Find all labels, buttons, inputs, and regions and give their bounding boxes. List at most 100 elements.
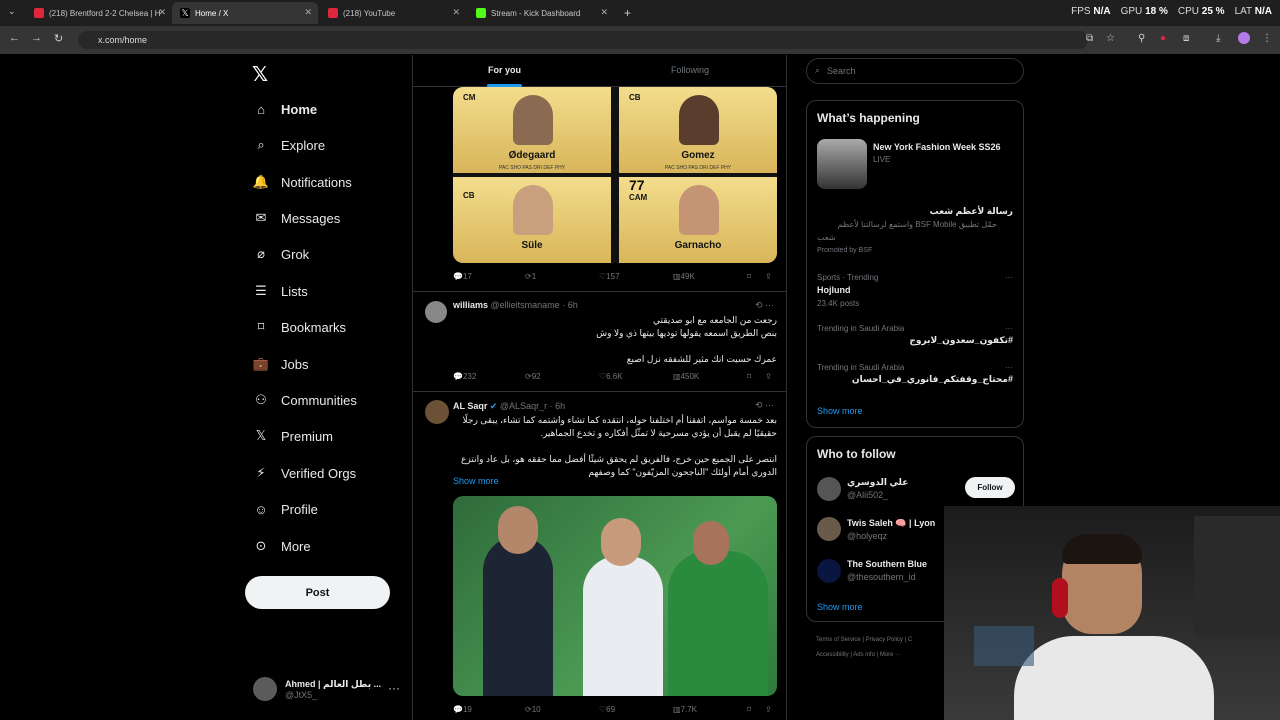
avatar[interactable] <box>425 301 447 323</box>
more-dots-icon[interactable]: ⟲ ··· <box>755 300 774 311</box>
tab-youtube[interactable]: (218) YouTube ✕ <box>320 2 466 24</box>
show-more-link[interactable]: Show more <box>453 476 499 486</box>
sidebar-item-messages[interactable]: ✉ Messages <box>253 204 341 232</box>
sidebar-item-lists[interactable]: ☰ Lists <box>253 277 308 305</box>
views-button[interactable]: ▥ 49K <box>673 272 695 281</box>
sidebar-item-premium[interactable]: 𝕏 Premium <box>253 422 333 450</box>
url-field[interactable]: x.com/home <box>78 31 1088 49</box>
avatar[interactable] <box>817 477 841 501</box>
star-icon[interactable]: ☆ <box>1106 33 1115 44</box>
search-input[interactable]: ⌕ Search <box>806 58 1024 84</box>
x-logo-icon[interactable]: 𝕏 <box>252 62 268 87</box>
sidebar-item-bookmarks[interactable]: ⌑ Bookmarks <box>253 313 346 341</box>
more-dots-icon[interactable]: ··· <box>1005 363 1013 372</box>
retweet-button[interactable]: ⟳ 92 <box>525 372 541 381</box>
tweet-handle[interactable]: @ALSaqr_r <box>500 401 547 411</box>
tab-for-you[interactable]: For you <box>488 65 521 75</box>
tweet-time[interactable]: · 6h <box>562 300 578 310</box>
tweet-author[interactable]: williams <box>453 300 488 310</box>
promo-title[interactable]: رسالة لأعظم شعب <box>930 206 1013 217</box>
post-button[interactable]: Post <box>245 576 390 609</box>
profile-avatar-icon[interactable] <box>1238 32 1250 44</box>
footer-link[interactable]: Accessibility <box>816 652 849 658</box>
sidebar-item-more[interactable]: ⊙ More <box>253 532 311 560</box>
install-icon[interactable]: ⧉ <box>1086 33 1093 44</box>
footer-link[interactable]: C <box>908 637 912 643</box>
more-dots-icon[interactable]: ··· <box>388 681 400 695</box>
tweet-media-grid[interactable]: CM Ødegaard PAC SHO PAS DRI DEF PHY CB G… <box>453 87 777 263</box>
follow-handle[interactable]: @Alii502_ <box>847 490 888 500</box>
tweet-time[interactable]: · 6h <box>550 401 566 411</box>
tweet-author[interactable]: AL Saqr <box>453 401 487 411</box>
tab-kick[interactable]: Stream - Kick Dashboard ✕ <box>468 2 614 24</box>
views-button[interactable]: ▥ 7.7K <box>673 705 697 714</box>
bookmark-icon[interactable]: ⌑ <box>747 705 751 714</box>
event-title[interactable]: New York Fashion Week SS26 <box>873 142 1001 152</box>
follow-handle[interactable]: @thesouthern_id <box>847 572 916 582</box>
close-icon[interactable]: ✕ <box>304 7 312 18</box>
follow-name[interactable]: Twis Saleh 🧠 | Lyon <box>847 518 935 529</box>
trend-name[interactable]: #محتاج_وقفتكم_فانوري_في_احسان <box>852 374 1013 385</box>
reload-icon[interactable]: ↻ <box>54 32 63 45</box>
like-button[interactable]: ♡ 69 <box>599 705 615 714</box>
sidebar-item-profile[interactable]: ☺ Profile <box>253 495 318 523</box>
retweet-button[interactable]: ⟳ 1 <box>525 272 536 281</box>
footer-link[interactable]: Ads info <box>853 652 875 658</box>
share-icon[interactable]: ⇪ <box>765 372 772 381</box>
sidebar-item-home[interactable]: ⌂ Home <box>253 95 317 123</box>
show-more-link[interactable]: Show more <box>817 602 863 612</box>
reply-button[interactable]: 💬 232 <box>453 372 476 381</box>
reply-button[interactable]: 💬 19 <box>453 705 472 714</box>
forward-icon[interactable]: → <box>31 32 42 44</box>
sidebar-item-explore[interactable]: ⌕ Explore <box>253 131 325 159</box>
sidebar-item-communities[interactable]: ⚇ Communities <box>253 386 357 414</box>
bookmark-icon[interactable]: ⌑ <box>747 372 751 381</box>
new-tab-icon[interactable]: + <box>624 6 631 20</box>
account-switcher[interactable]: Ahmed | بطل العالم ... @JtX5_ ··· <box>253 677 400 701</box>
more-dots-icon[interactable]: ··· <box>1005 273 1013 282</box>
download-icon[interactable]: ⤓ <box>1216 33 1220 44</box>
sidebar-item-verified-orgs[interactable]: ⚡ Verified Orgs <box>253 459 356 487</box>
footer-link[interactable]: More ··· <box>880 652 901 658</box>
footer-link[interactable]: Privacy Policy <box>866 637 903 643</box>
sidebar-item-grok[interactable]: ⌀ Grok <box>253 240 309 268</box>
sidebar-item-jobs[interactable]: 💼 Jobs <box>253 350 309 378</box>
trend-name[interactable]: Hojlund <box>817 285 851 295</box>
back-icon[interactable]: ← <box>9 32 20 44</box>
views-button[interactable]: ▥ 450K <box>673 372 699 381</box>
more-dots-icon[interactable]: ··· <box>1005 324 1013 333</box>
like-button[interactable]: ♡ 157 <box>599 272 620 281</box>
event-thumbnail[interactable] <box>817 139 867 189</box>
sidebar-item-notifications[interactable]: 🔔 Notifications <box>253 168 352 196</box>
extension-icon[interactable]: ⚲ <box>1138 33 1145 44</box>
tab-brentford[interactable]: (218) Brentford 2-2 Chelsea | H ✕ <box>26 2 172 24</box>
trend-name[interactable]: #تكفون_سعدون_لابروج <box>909 335 1013 346</box>
tweet-handle[interactable]: @ellieitsmaname <box>491 300 560 310</box>
avatar[interactable] <box>817 559 841 583</box>
bookmark-icon[interactable]: ⌑ <box>747 272 751 281</box>
tweet-photo[interactable] <box>453 496 777 696</box>
close-icon[interactable]: ✕ <box>452 7 460 18</box>
avatar[interactable] <box>425 400 449 424</box>
follow-name[interactable]: علي الدوسري <box>847 477 908 488</box>
tab-following[interactable]: Following <box>671 65 709 75</box>
footer-link[interactable]: Terms of Service <box>816 637 861 643</box>
tab-list-icon[interactable]: ⌄ <box>8 6 16 17</box>
reply-button[interactable]: 💬 17 <box>453 272 472 281</box>
more-dots-icon[interactable]: ⟲ ··· <box>755 400 774 411</box>
retweet-button[interactable]: ⟳ 10 <box>525 705 541 714</box>
follow-name[interactable]: The Southern Blue <box>847 559 927 569</box>
share-icon[interactable]: ⇪ <box>765 705 772 714</box>
follow-button[interactable]: Follow <box>965 477 1015 498</box>
tab-home-x[interactable]: 𝕏 Home / X ✕ <box>172 2 318 24</box>
puzzle-icon[interactable]: ⧈ <box>1183 33 1189 44</box>
show-more-link[interactable]: Show more <box>817 406 863 416</box>
close-icon[interactable]: ✕ <box>600 7 608 18</box>
like-button[interactable]: ♡ 6.6K <box>599 372 623 381</box>
follow-handle[interactable]: @holyeqz <box>847 531 887 541</box>
menu-icon[interactable]: ⋮ <box>1262 33 1272 44</box>
close-icon[interactable]: ✕ <box>158 7 166 18</box>
share-icon[interactable]: ⇪ <box>765 272 772 281</box>
avatar[interactable] <box>817 517 841 541</box>
record-icon[interactable]: ● <box>1160 33 1166 44</box>
